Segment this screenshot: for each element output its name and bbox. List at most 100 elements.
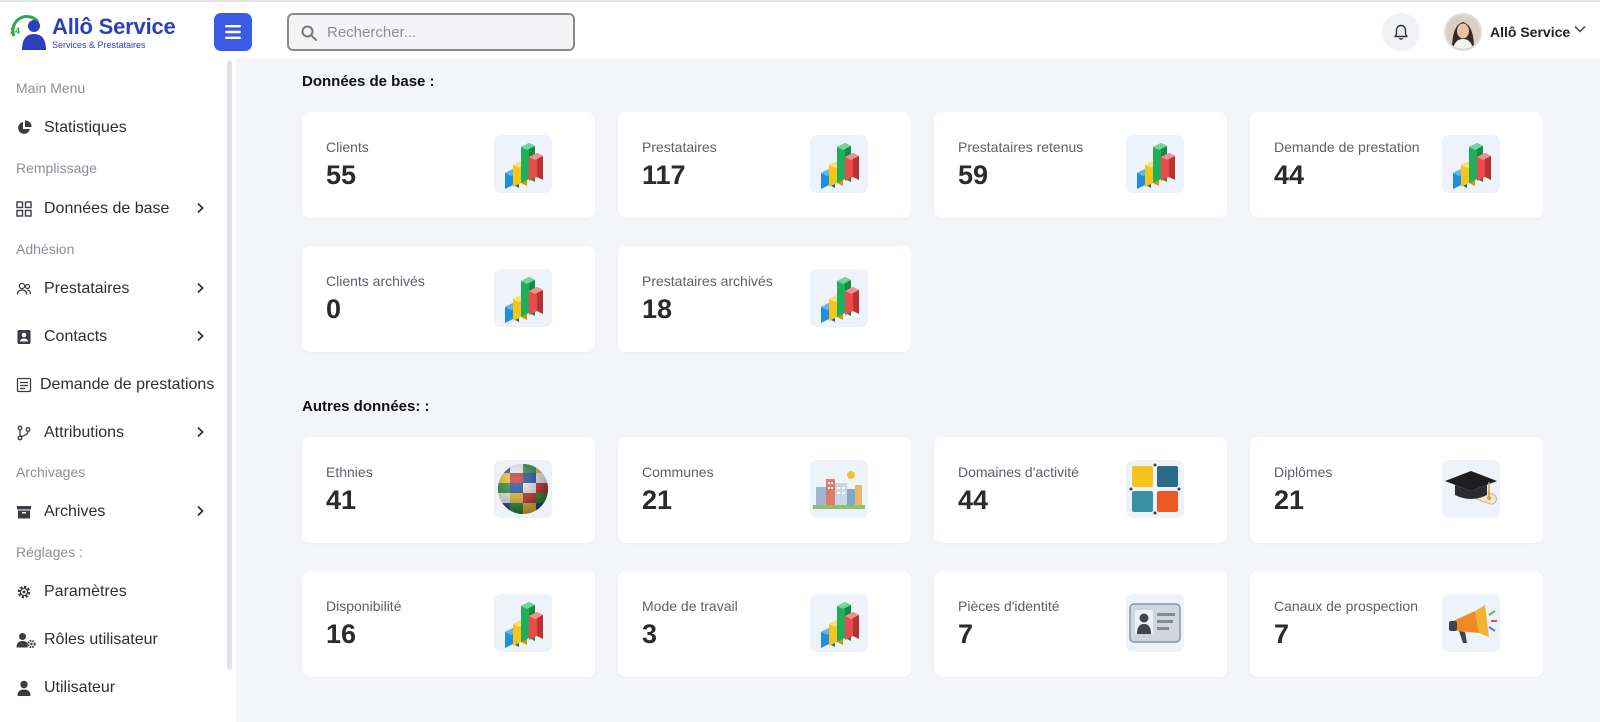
sidebar-section-adhesion: Adhésion [16, 241, 75, 257]
stat-card-clients-archives[interactable]: Clients archivés 0 [302, 246, 595, 352]
stat-value: 21 [642, 485, 673, 515]
menu-toggle-button[interactable] [214, 13, 252, 51]
sidebar-item-donnees-de-base[interactable]: Données de base [0, 191, 222, 227]
bar-chart-icon [494, 135, 552, 193]
stat-card-clients[interactable]: Clients 55 [302, 112, 595, 218]
stat-value: 117 [642, 160, 686, 190]
stat-label: Demande de prestation [1274, 139, 1420, 155]
sidebar-scrollbar[interactable] [227, 60, 232, 670]
stat-card-prestataires-archives[interactable]: Prestataires archivés 18 [618, 246, 911, 352]
contact-card-icon [17, 330, 31, 344]
user-profile-menu[interactable]: Allô Service [1444, 13, 1594, 51]
stat-value: 21 [1274, 485, 1305, 515]
sidebar-item-parametres[interactable]: Paramètres [0, 574, 222, 610]
chevron-right-icon [197, 426, 204, 438]
stat-card-communes[interactable]: Communes 21 [618, 437, 911, 543]
megaphone-icon [1442, 594, 1500, 652]
stat-label: Prestataires [642, 139, 717, 155]
stat-value: 16 [326, 619, 357, 649]
stat-label: Communes [642, 464, 714, 480]
sidebar-item-attributions[interactable]: Attributions [0, 415, 222, 451]
stat-card-ethnies[interactable]: Ethnies 41 [302, 437, 595, 543]
sidebar-item-contacts[interactable]: Contacts [0, 319, 222, 355]
sidebar-item-label: Contacts [44, 328, 108, 345]
section-title-donnees-de-base: Données de base : [302, 73, 435, 90]
sidebar-item-demande-de-prestations[interactable]: Demande de prestations [0, 367, 222, 403]
user-cog-icon [16, 633, 36, 648]
notifications-button[interactable] [1382, 13, 1420, 51]
chevron-right-icon [197, 202, 204, 214]
stat-label: Domaines d'activité [958, 464, 1079, 480]
stat-card-diplomes[interactable]: Diplômes 21 [1250, 437, 1543, 543]
section-title-autres-donnees: Autres données: : [302, 398, 430, 415]
stat-card-prestataires-retenus[interactable]: Prestataires retenus 59 [934, 112, 1227, 218]
stat-card-domaines-activite[interactable]: Domaines d'activité 44 [934, 437, 1227, 543]
stat-value: 18 [642, 294, 673, 324]
sidebar-item-label: Archives [44, 503, 106, 520]
archive-box-icon [17, 506, 31, 519]
sidebar-item-label: Paramètres [44, 583, 127, 600]
stat-value: 55 [326, 160, 357, 190]
logo-title: Allô Service [52, 14, 176, 39]
search-box[interactable] [287, 13, 575, 51]
bar-chart-icon [1442, 135, 1500, 193]
stat-label: Pièces d'identité [958, 598, 1060, 614]
sidebar-item-roles-utilisateur[interactable]: Rôles utilisateur [0, 622, 222, 658]
bell-icon [1394, 24, 1408, 40]
stat-value: 3 [642, 619, 658, 649]
stat-label: Clients archivés [326, 273, 425, 289]
document-list-icon [16, 377, 32, 393]
sidebar-section-archivages: Archivages [16, 464, 86, 480]
sidebar-item-label: Rôles utilisateur [44, 631, 158, 648]
stat-card-canaux-de-prospection[interactable]: Canaux de prospection 7 [1250, 571, 1543, 677]
graduation-cap-icon [1442, 460, 1500, 518]
sidebar-item-prestataires[interactable]: Prestataires [0, 271, 222, 307]
users-icon [16, 282, 32, 295]
sidebar-item-utilisateur[interactable]: Utilisateur [0, 670, 222, 706]
bar-chart-icon [810, 594, 868, 652]
flags-globe-icon [494, 460, 552, 518]
sidebar-item-label: Statistiques [44, 119, 127, 136]
app-logo[interactable]: 24 Allô Service Services & Prestataires [8, 12, 188, 52]
stat-value: 7 [1274, 619, 1290, 649]
stat-card-disponibilite[interactable]: Disponibilité 16 [302, 571, 595, 677]
bar-chart-icon [494, 269, 552, 327]
stat-label: Canaux de prospection [1274, 598, 1418, 614]
chevron-right-icon [197, 282, 204, 294]
stat-label: Ethnies [326, 464, 373, 480]
stat-card-pieces-identite[interactable]: Pièces d'identité 7 [934, 571, 1227, 677]
bar-chart-icon [810, 269, 868, 327]
stat-card-prestataires[interactable]: Prestataires 117 [618, 112, 911, 218]
sidebar-section-main: Main Menu [16, 80, 86, 96]
stat-label: Mode de travail [642, 598, 738, 614]
tiles-icon [1126, 460, 1184, 518]
sidebar-item-label: Utilisateur [44, 679, 116, 696]
stat-label: Clients [326, 139, 369, 155]
search-input[interactable] [327, 21, 567, 43]
sidebar-section-reglages: Réglages : [16, 544, 83, 560]
stat-card-mode-de-travail[interactable]: Mode de travail 3 [618, 571, 911, 677]
logo-subtitle: Services & Prestataires [52, 40, 146, 50]
chevron-down-icon [1574, 25, 1586, 33]
avatar[interactable] [1444, 13, 1482, 51]
sidebar-item-label: Demande de prestations [40, 376, 215, 393]
logo-mark-icon: 24 [10, 15, 46, 50]
stat-value: 41 [326, 485, 357, 515]
sidebar-item-label: Attributions [44, 424, 125, 441]
stat-value: 7 [958, 619, 974, 649]
sidebar-item-label: Données de base [44, 200, 170, 217]
stat-card-demande-de-prestation[interactable]: Demande de prestation 44 [1250, 112, 1543, 218]
stat-value: 44 [958, 485, 989, 515]
stat-label: Prestataires archivés [642, 273, 773, 289]
user-photo-icon [1446, 15, 1480, 49]
chevron-right-icon [197, 330, 204, 342]
user-icon [17, 680, 31, 696]
pie-chart-icon [18, 120, 32, 134]
id-card-icon [1126, 594, 1184, 652]
sidebar-item-archives[interactable]: Archives [0, 494, 222, 530]
stat-label: Disponibilité [326, 598, 402, 614]
city-icon [810, 460, 868, 518]
bar-chart-icon [494, 594, 552, 652]
chevron-right-icon [197, 505, 204, 517]
sidebar-item-statistiques[interactable]: Statistiques [0, 110, 222, 146]
